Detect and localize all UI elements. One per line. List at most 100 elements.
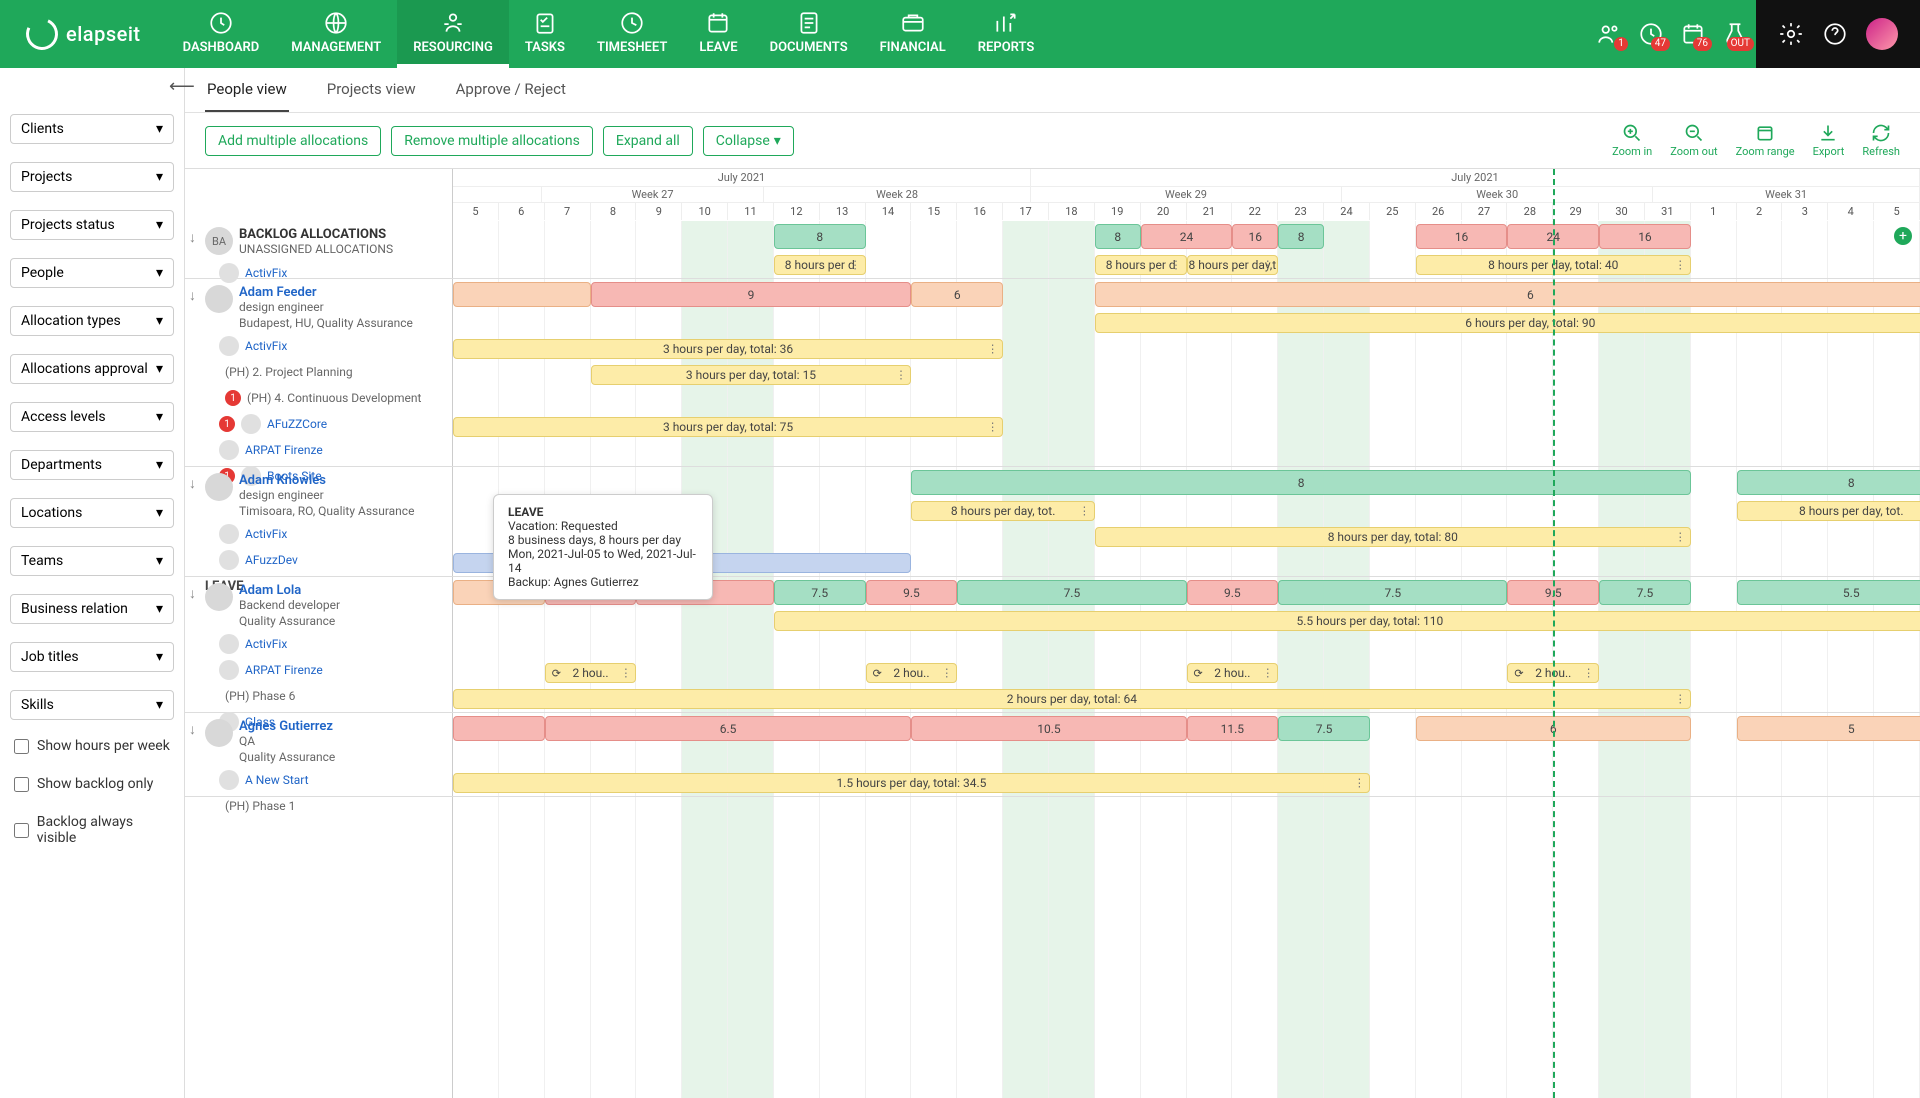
allocation-bar[interactable]: 16 — [1416, 224, 1508, 249]
zoom-range-button[interactable]: Zoom range — [1736, 123, 1795, 158]
allocation-bar[interactable]: 8 — [911, 470, 1690, 495]
allocation-bar[interactable]: 1.5 hours per day, total: 34.5⋮ — [453, 773, 1370, 793]
add-allocations-button[interactable]: Add multiple allocations — [205, 126, 381, 156]
sidebar-collapse-icon[interactable]: ⟵ — [169, 76, 195, 97]
project-link[interactable]: ActivFix — [245, 266, 287, 280]
allocation-bar[interactable]: 3 hours per day, total: 36⋮ — [453, 339, 1003, 359]
project-link[interactable]: ActivFix — [245, 339, 287, 353]
allocation-bar[interactable]: 2 hours per day, total: 64⋮ — [453, 689, 1691, 709]
allocation-bar[interactable]: 16 — [1232, 224, 1278, 249]
allocation-bar[interactable]: 7.5 — [774, 580, 866, 605]
allocation-bar[interactable] — [453, 716, 545, 741]
filter-clients[interactable]: Clients▾ — [10, 114, 174, 144]
allocation-bar[interactable]: 8 hours per day, tot.⋮ — [911, 501, 1094, 521]
check-show-backlog-only[interactable]: Show backlog only — [10, 776, 174, 792]
allocation-bar[interactable]: 6 hours per day, total: 90⋮ — [1095, 313, 1920, 333]
allocation-bar[interactable]: 7.5 — [957, 580, 1186, 605]
expand-icon[interactable]: ↓ — [189, 719, 205, 738]
allocation-bar[interactable]: 8 hours per day, total: 80⋮ — [1095, 527, 1691, 547]
project-link[interactable]: ARPAT Firenze — [245, 663, 323, 677]
allocation-bar[interactable]: 5.5 hours per day, total: 110⋮ — [774, 611, 1920, 631]
filter-business-relation[interactable]: Business relation▾ — [10, 594, 174, 624]
calendar-notif-icon[interactable]: 76 — [1680, 21, 1706, 47]
project-link[interactable]: ActivFix — [245, 527, 287, 541]
filter-access-levels[interactable]: Access levels▾ — [10, 402, 174, 432]
allocation-bar[interactable]: 8 — [1278, 224, 1324, 249]
filter-skills[interactable]: Skills▾ — [10, 690, 174, 720]
allocation-bar[interactable]: 5 — [1737, 716, 1920, 741]
allocation-bar[interactable]: 7.5 — [1278, 580, 1507, 605]
help-icon[interactable] — [1822, 21, 1848, 47]
allocation-bar[interactable]: 8 hours per day, tot.⋮ — [1737, 501, 1920, 521]
zoom-in-button[interactable]: Zoom in — [1612, 123, 1652, 158]
tab-people-view[interactable]: People view — [205, 68, 289, 112]
remove-allocations-button[interactable]: Remove multiple allocations — [391, 126, 593, 156]
refresh-button[interactable]: Refresh — [1862, 123, 1900, 158]
filter-job-titles[interactable]: Job titles▾ — [10, 642, 174, 672]
allocation-bar[interactable]: 8 hours per d⋮ — [1095, 255, 1187, 275]
allocation-bar[interactable]: 8 — [1095, 224, 1141, 249]
filter-departments[interactable]: Departments▾ — [10, 450, 174, 480]
expand-icon[interactable]: ↓ — [189, 583, 205, 602]
allocation-bar[interactable]: 6 — [911, 282, 1003, 307]
allocation-bar[interactable]: 3 hours per day, total: 75⋮ — [453, 417, 1003, 437]
allocation-bar[interactable]: 10.5 — [911, 716, 1186, 741]
allocation-bar[interactable]: 8 — [774, 224, 866, 249]
allocation-bar[interactable]: 6.5 — [545, 716, 912, 741]
filter-allocations-approval[interactable]: Allocations approval▾ — [10, 354, 174, 384]
filter-people[interactable]: People▾ — [10, 258, 174, 288]
person-name[interactable]: Agnes Gutierrez — [239, 719, 453, 734]
filter-teams[interactable]: Teams▾ — [10, 546, 174, 576]
expand-icon[interactable]: ↓ — [189, 285, 205, 304]
collapse-button[interactable]: Collapse▾ — [703, 126, 794, 156]
allocation-bar[interactable]: 5.5 — [1737, 580, 1920, 605]
check-show-hours-per-week[interactable]: Show hours per week — [10, 738, 174, 754]
project-link[interactable]: A New Start — [245, 773, 309, 787]
expand-all-button[interactable]: Expand all — [603, 126, 693, 156]
users-notif-icon[interactable]: 1 — [1596, 21, 1622, 47]
filter-allocation-types[interactable]: Allocation types▾ — [10, 306, 174, 336]
allocation-bar[interactable]: 8 hours per day,t⋮ — [1187, 255, 1279, 275]
export-button[interactable]: Export — [1813, 123, 1845, 158]
filter-projects-status[interactable]: Projects status▾ — [10, 210, 174, 240]
allocation-bar[interactable]: 7.5 — [1278, 716, 1370, 741]
person-name[interactable]: Adam Feeder — [239, 285, 453, 300]
allocation-bar[interactable]: ⟳2 hou..⋮ — [866, 663, 958, 683]
allocation-bar[interactable]: 9 — [591, 282, 912, 307]
allocation-bar[interactable]: 11.5 — [1187, 716, 1279, 741]
pending-notif-icon[interactable]: 47 — [1638, 21, 1664, 47]
nav-resourcing[interactable]: RESOURCING — [397, 0, 509, 68]
allocation-bar[interactable]: 7.5 — [1599, 580, 1691, 605]
filter-locations[interactable]: Locations▾ — [10, 498, 174, 528]
project-link[interactable]: ARPAT Firenze — [245, 443, 323, 457]
allocation-bar[interactable]: 6 — [1095, 282, 1920, 307]
person-name[interactable]: Adam Knowles — [239, 473, 453, 488]
nav-documents[interactable]: DOCUMENTS — [754, 0, 864, 68]
allocation-bar[interactable]: 3 hours per day, total: 15⋮ — [591, 365, 912, 385]
allocation-bar[interactable]: ⟳2 hou..⋮ — [1187, 663, 1279, 683]
filter-projects[interactable]: Projects▾ — [10, 162, 174, 192]
settings-icon[interactable] — [1778, 21, 1804, 47]
tab-approve-reject[interactable]: Approve / Reject — [454, 68, 568, 112]
allocation-bar[interactable]: 8 hours per d⋮ — [774, 255, 866, 275]
expand-icon[interactable]: ↓ — [189, 227, 205, 246]
user-avatar[interactable] — [1866, 18, 1898, 50]
allocation-bar[interactable]: 9.5 — [1187, 580, 1279, 605]
allocation-bar[interactable]: 8 — [1737, 470, 1920, 495]
allocation-bar[interactable] — [453, 282, 591, 307]
project-link[interactable]: ActivFix — [245, 637, 287, 651]
allocation-bar[interactable]: 9.5 — [866, 580, 958, 605]
person-name[interactable]: Adam Lola — [239, 583, 453, 598]
out-notif-icon[interactable]: OUT — [1722, 21, 1748, 47]
project-link[interactable]: AFuZZCore — [267, 417, 327, 431]
allocation-bar[interactable]: ⟳2 hou..⋮ — [545, 663, 637, 683]
nav-leave[interactable]: LEAVE — [683, 0, 753, 68]
allocation-bar[interactable]: 16 — [1599, 224, 1691, 249]
nav-financial[interactable]: FINANCIAL — [864, 0, 962, 68]
nav-reports[interactable]: REPORTS — [962, 0, 1051, 68]
tab-projects-view[interactable]: Projects view — [325, 68, 418, 112]
brand[interactable]: elapseit — [0, 0, 167, 68]
nav-management[interactable]: MANAGEMENT — [275, 0, 397, 68]
person-name[interactable]: BACKLOG ALLOCATIONS — [239, 227, 453, 242]
expand-icon[interactable]: ↓ — [189, 473, 205, 492]
